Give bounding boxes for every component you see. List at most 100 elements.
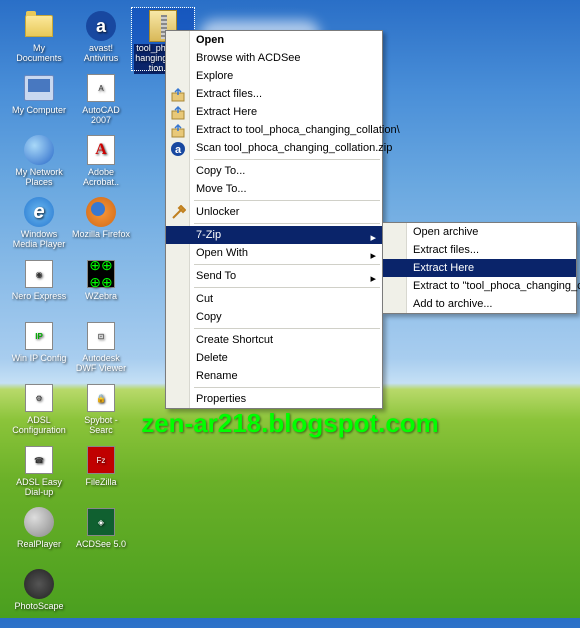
- menu-item[interactable]: Copy: [166, 308, 382, 326]
- menu-item-label: Open With: [196, 247, 248, 259]
- menu-item[interactable]: Properties: [166, 390, 382, 408]
- avast-icon: a: [85, 10, 117, 42]
- icon-label: AutoCAD 2007: [72, 106, 130, 126]
- menu-item[interactable]: Delete: [166, 349, 382, 367]
- menu-item[interactable]: Explore: [166, 67, 382, 85]
- submenu-item[interactable]: Open archive: [383, 223, 576, 241]
- menu-item-label: Extract files...: [196, 88, 262, 100]
- menu-item-label: Open: [196, 34, 224, 46]
- box-icon: ☎: [23, 444, 55, 476]
- desktop-icon[interactable]: FzFileZilla: [70, 442, 132, 504]
- submenu-item[interactable]: Extract to "tool_phoca_changing_collatio…: [383, 277, 576, 295]
- icon-label: My Computer: [12, 106, 66, 116]
- desktop-icon[interactable]: IPWin IP Config: [8, 318, 70, 380]
- menu-separator: [194, 387, 380, 388]
- menu-item-label: Add to archive...: [413, 298, 493, 310]
- globe-icon: [23, 134, 55, 166]
- desktop-icon[interactable]: ⚙ADSL Configuration: [8, 380, 70, 442]
- menu-item-label: 7-Zip: [196, 229, 221, 241]
- desktop-icon[interactable]: Windows Media Player: [8, 194, 70, 256]
- icon-label: Win IP Config: [12, 354, 67, 364]
- menu-item[interactable]: Extract files...: [166, 85, 382, 103]
- desktop-icon[interactable]: 🔒Spybot - Searc: [70, 380, 132, 442]
- context-menu[interactable]: Open Browse with ACDSee Explore Extract fil…: [165, 30, 383, 409]
- icon-label: avast! Antivirus: [72, 44, 130, 64]
- menu-item[interactable]: Move To...: [166, 180, 382, 198]
- icon-label: RealPlayer: [17, 540, 61, 550]
- menu-item[interactable]: 7-Zip ▸: [166, 226, 382, 244]
- realplayer-icon: [23, 506, 55, 538]
- menu-item[interactable]: Extract to tool_phoca_changing_collation…: [166, 121, 382, 139]
- menu-item[interactable]: Browse with ACDSee: [166, 49, 382, 67]
- watermark-text: zen-ar218.blogspot.com: [141, 408, 439, 439]
- wzebra-icon: ⊕⊕⊕⊕: [85, 258, 117, 290]
- menu-separator: [194, 200, 380, 201]
- icon-label: Windows Media Player: [10, 230, 68, 250]
- menu-item[interactable]: aScan tool_phoca_changing_collation.zip: [166, 139, 382, 157]
- desktop-icon[interactable]: ◉Nero Express: [8, 256, 70, 318]
- menu-item[interactable]: Extract Here: [166, 103, 382, 121]
- svg-text:a: a: [175, 144, 182, 156]
- icon-label: ADSL Configuration: [10, 416, 68, 436]
- menu-item[interactable]: Rename: [166, 367, 382, 385]
- menu-item[interactable]: Create Shortcut: [166, 331, 382, 349]
- submenu-item[interactable]: Extract Here: [383, 259, 576, 277]
- folder-icon: [23, 10, 55, 42]
- blank2-icon: [23, 568, 55, 600]
- desktop-icon[interactable]: Mozilla Firefox: [70, 194, 132, 256]
- desktop-icon[interactable]: RealPlayer: [8, 504, 70, 566]
- desktop-icon[interactable]: ☎ADSL Easy Dial-up: [8, 442, 70, 504]
- menu-item-label: Extract to tool_phoca_changing_collation…: [196, 124, 400, 136]
- submenu-arrow-icon: ▸: [370, 249, 376, 262]
- desktop-icon[interactable]: aavast! Antivirus: [70, 8, 132, 70]
- menu-item-label: Extract to "tool_phoca_changing_collatio…: [413, 280, 580, 292]
- desktop-icon[interactable]: Adobe Acrobat..: [70, 132, 132, 194]
- menu-item-label: Extract files...: [413, 244, 479, 256]
- desktop-icon[interactable]: PhotoScape: [8, 566, 70, 628]
- menu-item-label: Copy To...: [196, 165, 245, 177]
- box-icon: ◈: [85, 506, 117, 538]
- menu-item[interactable]: Unlocker: [166, 203, 382, 221]
- submenu-arrow-icon: ▸: [370, 231, 376, 244]
- icon-label: ACDSee 5.0: [76, 540, 126, 550]
- desktop-icon[interactable]: ◈ ACDSee 5.0: [70, 504, 132, 566]
- icon-label: Autodesk DWF Viewer: [72, 354, 130, 374]
- desktop-icon[interactable]: My Documents: [8, 8, 70, 70]
- menu-item-label: Delete: [196, 352, 228, 364]
- menu-separator: [194, 328, 380, 329]
- desktop-icon[interactable]: ⊡Autodesk DWF Viewer: [70, 318, 132, 380]
- firefox-icon: [85, 196, 117, 228]
- desktop-icon[interactable]: My Network Places: [8, 132, 70, 194]
- desktop-icon[interactable]: ⊕⊕⊕⊕WZebra: [70, 256, 132, 318]
- unlocker-icon: [170, 205, 186, 221]
- icon-label: Adobe Acrobat..: [72, 168, 130, 188]
- menu-item[interactable]: Send To▸: [166, 267, 382, 285]
- menu-item[interactable]: Open With ▸: [166, 244, 382, 262]
- menu-item-label: Browse with ACDSee: [196, 52, 301, 64]
- box-icon: ⚙: [23, 382, 55, 414]
- menu-separator: [194, 223, 380, 224]
- 7zip-submenu[interactable]: Open archive Extract files... Extract Here…: [382, 222, 577, 314]
- computer-icon: [23, 72, 55, 104]
- icon-label: Mozilla Firefox: [72, 230, 130, 240]
- avast-icon: a: [170, 141, 186, 157]
- extract-icon: [170, 123, 186, 139]
- box-icon: Fz: [85, 444, 117, 476]
- box-icon: A: [85, 72, 117, 104]
- menu-item-label: Create Shortcut: [196, 334, 273, 346]
- menu-separator: [194, 287, 380, 288]
- menu-item[interactable]: Open: [166, 31, 382, 49]
- desktop-icon[interactable]: AAutoCAD 2007: [70, 70, 132, 132]
- extract-icon: [170, 105, 186, 121]
- submenu-item[interactable]: Extract files...: [383, 241, 576, 259]
- menu-separator: [194, 159, 380, 160]
- menu-item-label: Unlocker: [196, 206, 239, 218]
- submenu-item[interactable]: Add to archive...: [383, 295, 576, 313]
- box-icon: ⊡: [85, 320, 117, 352]
- menu-item-label: Scan tool_phoca_changing_collation.zip: [196, 142, 392, 154]
- menu-item[interactable]: Cut: [166, 290, 382, 308]
- extract-icon: [170, 87, 186, 103]
- desktop-icon[interactable]: My Computer: [8, 70, 70, 132]
- box-icon: ◉: [23, 258, 55, 290]
- menu-item[interactable]: Copy To...: [166, 162, 382, 180]
